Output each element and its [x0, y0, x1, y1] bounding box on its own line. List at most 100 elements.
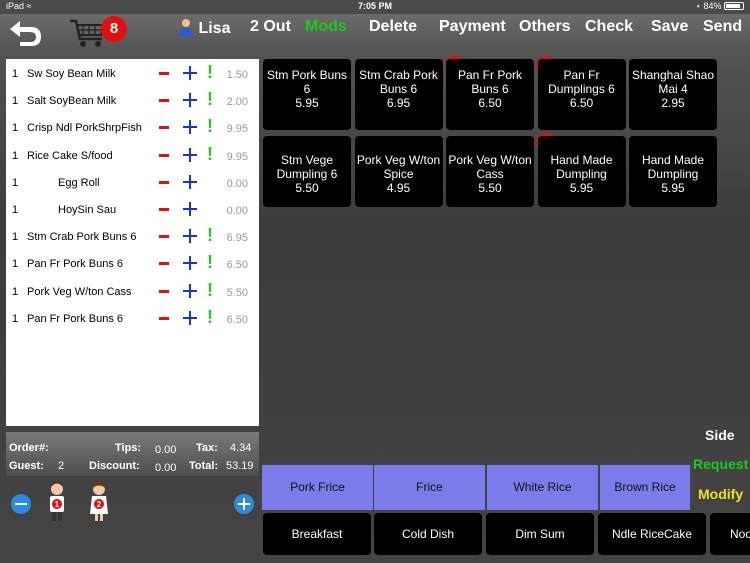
group-cold-dish[interactable]: Cold Dish: [374, 513, 482, 555]
add-guest-button[interactable]: [234, 494, 254, 514]
menu-item-button[interactable]: Shanghai Shao Mai 4 2.95: [629, 59, 717, 130]
cart-button[interactable]: 8: [68, 15, 132, 49]
order-row[interactable]: 1 Pork Veg W/ton Cass! 5.50: [6, 280, 259, 307]
total-value: 53.19: [226, 460, 254, 472]
increase-qty-button[interactable]: [182, 255, 198, 271]
menu-item-button[interactable]: Pork Veg W/ton Spice 4.95: [354, 136, 443, 207]
category-frice[interactable]: Frice: [374, 465, 485, 510]
decrease-qty-button[interactable]: [157, 202, 171, 216]
request-option[interactable]: Request: [693, 456, 748, 472]
increase-qty-button[interactable]: [182, 92, 198, 108]
modify-option[interactable]: Modify: [698, 486, 743, 502]
decrease-qty-button[interactable]: [157, 66, 171, 80]
menu-item-price: 5.50: [478, 181, 502, 195]
order-row[interactable]: 1 Crisp Ndl PorkShrpFish! 9.95: [6, 116, 259, 143]
order-row[interactable]: 1 HoySin Sau 0.00: [6, 198, 259, 225]
order-item-qty: 1: [12, 204, 19, 216]
tips-value: 0.00: [155, 444, 177, 456]
category-white-rice[interactable]: White Rice: [487, 465, 598, 510]
menu-item-button[interactable]: Stm Crab Pork Buns 6 6.95: [354, 59, 443, 130]
item-flag[interactable]: !: [207, 225, 213, 246]
order-row[interactable]: 1 Stm Crab Pork Buns 6! 6.95: [6, 225, 259, 252]
category-pork-frice[interactable]: Pork Frice: [262, 465, 373, 510]
minus-icon: [159, 180, 169, 184]
guest-2-icon: 2: [90, 481, 108, 521]
order-row[interactable]: 1 Sw Soy Bean Milk! 1.50: [6, 62, 259, 89]
decrease-qty-button[interactable]: [157, 120, 171, 134]
menu-item-button[interactable]: Pork Veg W/ton Cass 5.50: [446, 136, 534, 207]
menu-item-label: Pan Fr Dumplings 6: [548, 68, 615, 96]
increase-qty-button[interactable]: [182, 283, 198, 299]
increase-qty-button[interactable]: [182, 228, 198, 244]
item-flag[interactable]: !: [207, 62, 213, 83]
others-button[interactable]: Others: [519, 18, 571, 36]
order-row[interactable]: 1 Pan Fr Pork Buns 6! 6.50: [6, 307, 259, 334]
menu-item-button[interactable]: Hand Made Dumpling 5.95: [629, 136, 717, 207]
payment-button[interactable]: Payment: [439, 18, 506, 36]
category-brown-rice[interactable]: Brown Rice: [600, 465, 690, 510]
group-dim-sum[interactable]: Dim Sum: [486, 513, 594, 555]
order-item-name: Rice Cake S/food: [27, 149, 113, 162]
guest-seat-2[interactable]: 2: [88, 481, 110, 522]
menu-item-button[interactable]: Hand Made Dumpling 5.95: [537, 136, 626, 207]
increase-qty-button[interactable]: [182, 65, 198, 81]
decrease-qty-button[interactable]: [157, 284, 171, 298]
item-flag[interactable]: !: [207, 144, 213, 165]
delete-button[interactable]: Delete: [369, 18, 417, 36]
order-row[interactable]: 1 Egg Roll 0.00: [6, 171, 259, 198]
item-flag[interactable]: !: [207, 89, 213, 110]
order-list: 1 Sw Soy Bean Milk! 1.50 1 Salt SoyBean Milk…: [6, 59, 259, 426]
order-row[interactable]: 1 Pan Fr Pork Buns 6! 6.50: [6, 252, 259, 279]
decrease-qty-button[interactable]: [157, 256, 171, 270]
order-row[interactable]: 1 Rice Cake S/food! 9.95: [6, 144, 259, 171]
guest-value: 2: [58, 460, 65, 472]
decrease-qty-button[interactable]: [157, 148, 171, 162]
minus-icon: [159, 235, 169, 239]
decrease-qty-button[interactable]: [157, 229, 171, 243]
increase-qty-button[interactable]: [182, 201, 198, 217]
side-option[interactable]: Side: [705, 427, 735, 443]
item-flag[interactable]: !: [207, 116, 213, 137]
increase-qty-button[interactable]: [182, 174, 198, 190]
remove-guest-button[interactable]: [11, 494, 31, 514]
increase-qty-button[interactable]: [182, 310, 198, 326]
back-button[interactable]: [6, 17, 46, 47]
minus-icon: [159, 126, 169, 130]
decrease-qty-button[interactable]: [157, 175, 171, 189]
svg-text:2: 2: [97, 500, 102, 509]
decrease-qty-button[interactable]: [157, 93, 171, 107]
item-flag[interactable]: !: [207, 307, 213, 328]
mods-button[interactable]: Mods: [305, 18, 347, 36]
menu-item-button[interactable]: Stm Pork Buns 6 5.95: [263, 59, 351, 130]
order-row[interactable]: 1 Salt SoyBean Milk! 2.00: [6, 89, 259, 116]
tips-label: Tips:: [115, 442, 142, 454]
guest-1-icon: 1: [50, 482, 64, 521]
check-button[interactable]: Check: [585, 18, 633, 36]
guest-count-button[interactable]: 2 Out: [250, 18, 291, 36]
save-button[interactable]: Save: [651, 18, 688, 36]
order-item-name: Sw Soy Bean Milk: [27, 68, 116, 80]
group-breakfast[interactable]: Breakfast: [263, 513, 371, 555]
increase-qty-button[interactable]: [182, 147, 198, 163]
user-button[interactable]: Lisa: [178, 18, 230, 38]
group-noodles[interactable]: Noo: [710, 513, 750, 555]
item-flag[interactable]: !: [207, 280, 213, 301]
increase-qty-button[interactable]: [182, 119, 198, 135]
menu-item-button[interactable]: Pan Fr Dumplings 6 6.50: [537, 59, 626, 130]
guest-seat-1[interactable]: 1: [46, 482, 68, 522]
item-flag[interactable]: !: [207, 252, 213, 273]
send-button[interactable]: Send: [703, 18, 742, 36]
group-ndle-ricecake[interactable]: Ndle RiceCake: [598, 513, 706, 555]
menu-item-label: Hand Made Dumpling: [641, 153, 705, 181]
minus-icon: [159, 289, 169, 293]
order-item-qty: 1: [12, 122, 19, 135]
decrease-qty-button[interactable]: [157, 311, 171, 325]
order-item-qty: 1: [12, 258, 19, 271]
menu-item-button[interactable]: Stm Vege Dumpling 6 5.50: [263, 136, 351, 207]
svg-text:1: 1: [55, 500, 60, 509]
order-item-price: 0.00: [226, 205, 248, 217]
order-item-price: 1.50: [226, 69, 248, 81]
menu-item-button[interactable]: Pan Fr Pork Buns 6 6.50: [446, 59, 534, 130]
menu-item-price: 5.95: [295, 96, 319, 110]
bluetooth-icon: ⋆: [695, 1, 701, 11]
